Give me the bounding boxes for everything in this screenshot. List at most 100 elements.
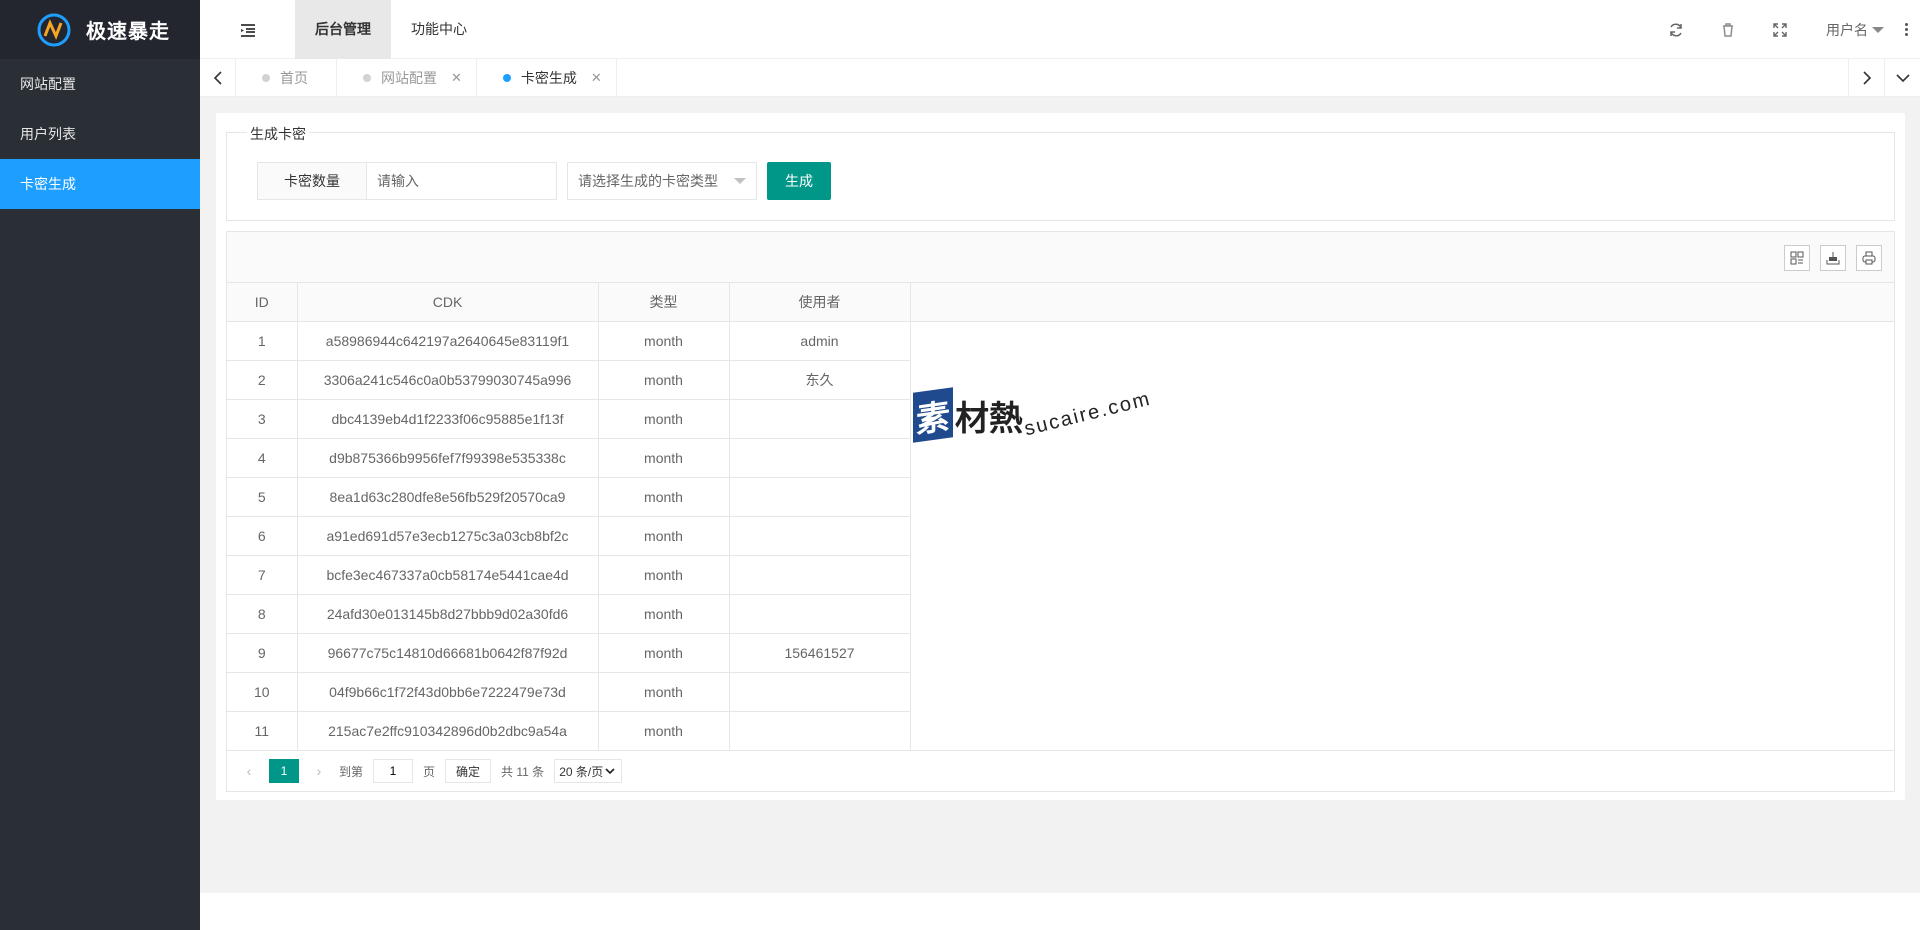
logo[interactable]: 极速暴走 <box>0 0 200 59</box>
print-icon[interactable] <box>1856 245 1882 271</box>
table-toolbar <box>227 232 1894 283</box>
table-cell <box>729 594 911 634</box>
chevron-down-icon <box>605 768 615 775</box>
prev-page-icon[interactable]: ‹ <box>239 763 259 779</box>
sidebar-item-card-generate[interactable]: 卡密生成 <box>0 159 200 209</box>
table-row[interactable]: 7 bcfe3ec467337a0cb58174e5441cae4d month <box>227 555 911 595</box>
top-nav: 后台管理 功能中心 <box>295 0 487 59</box>
table-cell: 8ea1d63c280dfe8e56fb529f20570ca9 <box>297 477 599 517</box>
table-cell: 2 <box>227 360 298 400</box>
table-cell: 8 <box>227 594 298 634</box>
total-count: 共 11 条 <box>501 764 545 779</box>
table-cell <box>729 555 911 595</box>
table-row[interactable]: 10 04f9b66c1f72f43d0bb6e7222479e73d month <box>227 672 911 712</box>
table-row[interactable]: 3 dbc4139eb4d1f2233f06c95885e1f13f month <box>227 399 911 439</box>
col-header[interactable]: 类型 <box>598 283 730 322</box>
page-size-value: 20 条/页 <box>559 764 604 779</box>
table-cell: 5 <box>227 477 298 517</box>
generate-button[interactable]: 生成 <box>767 162 831 200</box>
close-icon[interactable]: ✕ <box>591 70 602 86</box>
page-tabs-bar: 首页 网站配置 ✕ 卡密生成 ✕ <box>200 59 1920 97</box>
goto-label: 到第 <box>339 764 364 779</box>
page-confirm-button[interactable]: 确定 <box>445 759 492 783</box>
fullscreen-icon[interactable] <box>1754 0 1806 59</box>
table-body: 1 a58986944c642197a2640645e83119f1 month ad… <box>227 321 911 751</box>
table-row[interactable]: 6 a91ed691d57e3ecb1275c3a03cb8bf2c month <box>227 516 911 556</box>
table-cell <box>729 399 911 439</box>
top-header: 后台管理 功能中心 用户名 <box>200 0 1920 59</box>
cdk-table: ID CDK 类型 使用者 1 a58986944c642197a2640645e… <box>227 283 911 751</box>
tab-admin[interactable]: 后台管理 <box>295 0 391 59</box>
table-cell: 96677c75c14810d66681b0642f87f92d <box>297 633 599 673</box>
table-row[interactable]: 1 a58986944c642197a2640645e83119f1 month ad… <box>227 321 911 361</box>
table-cell: d9b875366b9956fef7f99398e535338c <box>297 438 599 478</box>
table-cell: month <box>598 633 730 673</box>
page-tab-site-config[interactable]: 网站配置 ✕ <box>337 59 477 97</box>
page-tab-home[interactable]: 首页 <box>236 59 337 97</box>
table-row[interactable]: 5 8ea1d63c280dfe8e56fb529f20570ca9 month <box>227 477 911 517</box>
page-unit: 页 <box>423 764 436 779</box>
table-wrapper: ID CDK 类型 使用者 1 a58986944c642197a2640645e… <box>227 283 1894 751</box>
more-vertical-icon[interactable] <box>1892 23 1920 36</box>
table-row[interactable]: 2 3306a241c546c0a0b53799030745a996 month 东久 <box>227 360 911 400</box>
close-icon[interactable]: ✕ <box>451 70 462 86</box>
tab-dot <box>262 74 270 82</box>
table-cell: 04f9b66c1f72f43d0bb6e7222479e73d <box>297 672 599 712</box>
form-row: 卡密数量 请选择生成的卡密类型 生成 <box>257 162 831 200</box>
refresh-icon[interactable] <box>1650 0 1702 59</box>
page-tab-label: 卡密生成 <box>520 70 577 86</box>
sidebar: 极速暴走 网站配置 用户列表 卡密生成 <box>0 0 200 930</box>
card-type-select[interactable]: 请选择生成的卡密类型 <box>567 162 757 200</box>
tabs-scroll-right-icon[interactable] <box>1848 59 1884 97</box>
quantity-input[interactable] <box>367 162 557 200</box>
next-page-icon[interactable]: › <box>309 763 329 779</box>
sidebar-item-user-list[interactable]: 用户列表 <box>0 109 200 159</box>
table-cell: a91ed691d57e3ecb1275c3a03cb8bf2c <box>297 516 599 556</box>
table-cell <box>729 672 911 712</box>
logo-icon <box>37 13 71 46</box>
table-cell: month <box>598 477 730 517</box>
page-tab-label: 网站配置 <box>381 70 437 86</box>
col-header[interactable]: 使用者 <box>729 283 911 322</box>
table-row[interactable]: 9 96677c75c14810d66681b0642f87f92d month 15… <box>227 633 911 673</box>
export-icon[interactable] <box>1820 245 1846 271</box>
columns-filter-icon[interactable] <box>1784 245 1810 271</box>
table-cell: bcfe3ec467337a0cb58174e5441cae4d <box>297 555 599 595</box>
table-row[interactable]: 4 d9b875366b9956fef7f99398e535338c month <box>227 438 911 478</box>
table-header-row: ID CDK 类型 使用者 <box>227 283 911 322</box>
table-cell <box>729 477 911 517</box>
col-header[interactable]: CDK <box>297 283 599 322</box>
quantity-label: 卡密数量 <box>257 162 367 200</box>
tab-dot <box>502 74 511 82</box>
tab-features[interactable]: 功能中心 <box>391 0 487 59</box>
table-cell: a58986944c642197a2640645e83119f1 <box>297 321 599 361</box>
chevron-down-icon <box>1872 26 1884 33</box>
page-jump-input[interactable] <box>373 759 414 783</box>
tabs-dropdown-icon[interactable] <box>1884 59 1920 97</box>
page-tabs: 首页 网站配置 ✕ 卡密生成 ✕ <box>236 59 617 97</box>
table-cell: month <box>598 555 730 595</box>
content-card: 生成卡密 卡密数量 请选择生成的卡密类型 生成 <box>216 113 1905 800</box>
menu-toggle-icon[interactable] <box>238 20 258 40</box>
table-cell: month <box>598 711 730 751</box>
col-header[interactable]: ID <box>227 283 298 322</box>
table-cell: dbc4139eb4d1f2233f06c95885e1f13f <box>297 399 599 439</box>
page-size-select[interactable]: 20 条/页 <box>554 759 623 783</box>
tab-dot <box>363 74 371 82</box>
table-cell: month <box>598 399 730 439</box>
page-tab-card-generate[interactable]: 卡密生成 ✕ <box>477 59 617 97</box>
current-page[interactable]: 1 <box>269 759 299 783</box>
table-cell: 215ac7e2ffc910342896d0b2dbc9a54a <box>297 711 599 751</box>
table-row[interactable]: 8 24afd30e013145b8d27bbb9d02a30fd6 month <box>227 594 911 634</box>
table-cell: 6 <box>227 516 298 556</box>
trash-icon[interactable] <box>1702 0 1754 59</box>
table-cell: 4 <box>227 438 298 478</box>
table-row[interactable]: 11 215ac7e2ffc910342896d0b2dbc9a54a month <box>227 711 911 751</box>
page-tab-label: 首页 <box>280 70 308 86</box>
user-menu[interactable]: 用户名 <box>1806 20 1892 40</box>
sidebar-item-site-config[interactable]: 网站配置 <box>0 59 200 109</box>
table-cell: 1 <box>227 321 298 361</box>
watermark: 素 材熱 sucaire.com <box>913 387 1153 443</box>
tabs-scroll-left-icon[interactable] <box>200 59 236 97</box>
app-name: 极速暴走 <box>86 21 170 43</box>
